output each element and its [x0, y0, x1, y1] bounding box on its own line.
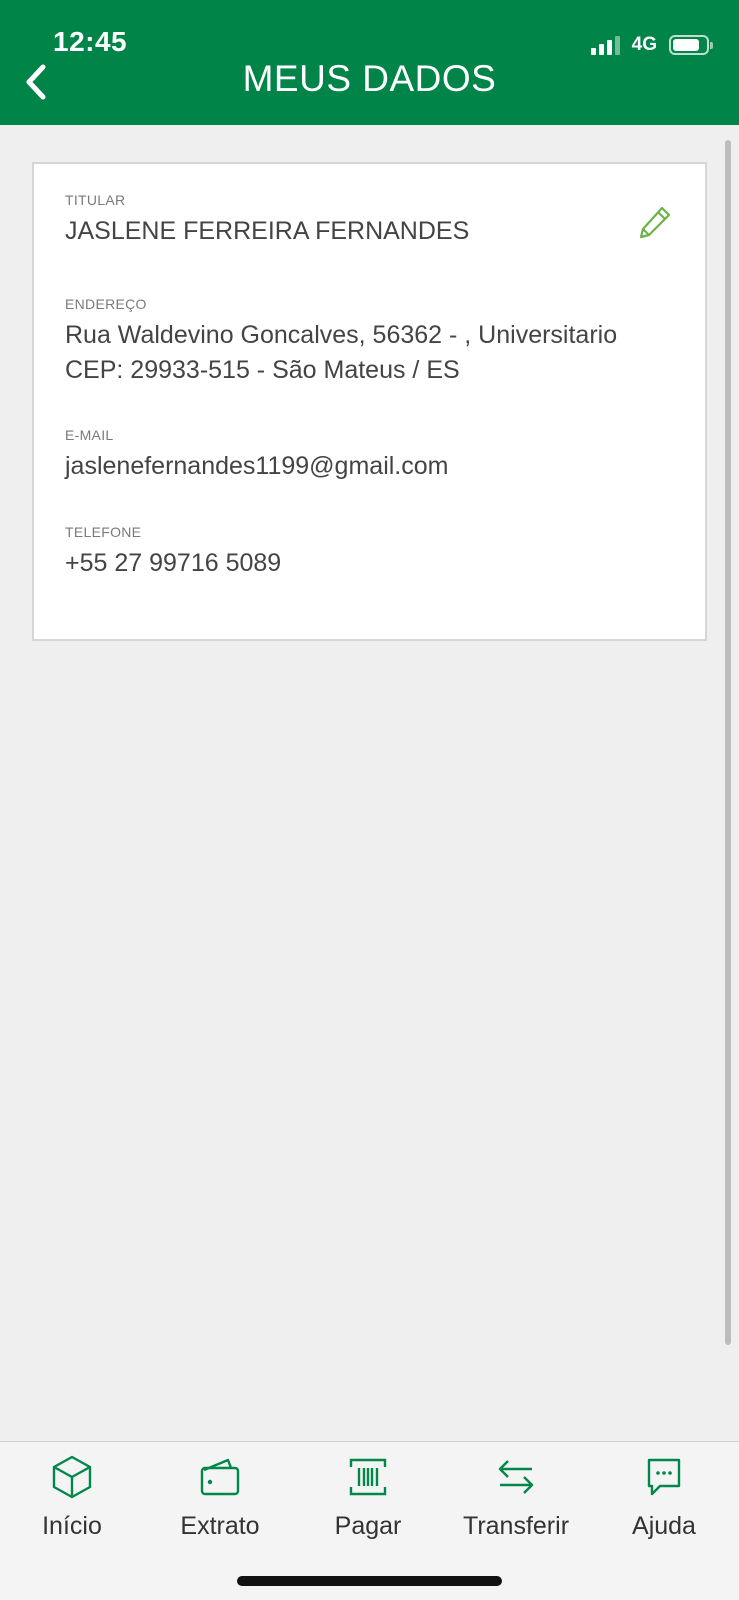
titular-field: TITULAR JASLENE FERREIRA FERNANDES [65, 192, 675, 249]
chat-bubble-icon [639, 1452, 689, 1502]
battery-icon [669, 35, 713, 55]
endereco-label: ENDEREÇO [65, 296, 147, 312]
tab-ajuda[interactable]: Ajuda [599, 1452, 729, 1548]
telefone-field: TELEFONE +55 27 99716 5089 [65, 524, 675, 581]
scrollbar[interactable] [725, 140, 731, 1345]
tab-extrato[interactable]: Extrato [155, 1452, 285, 1548]
email-value: jaslenefernandes1199@gmail.com [65, 452, 449, 480]
tab-extrato-label: Extrato [180, 1512, 260, 1540]
telefone-label: TELEFONE [65, 524, 142, 540]
tab-transferir-label: Transferir [462, 1512, 570, 1540]
barcode-icon [343, 1452, 393, 1502]
page-title: MEUS DADOS [242, 58, 497, 99]
tab-ajuda-label: Ajuda [632, 1512, 696, 1540]
signal-icon [590, 35, 620, 55]
titular-label: TITULAR [65, 192, 126, 208]
status-indicators: 4G [590, 32, 713, 58]
status-time: 12:45 [53, 26, 128, 57]
home-indicator [237, 1576, 502, 1586]
profile-card: TITULAR JASLENE FERREIRA FERNANDES ENDER… [32, 162, 707, 641]
cube-icon [47, 1452, 97, 1502]
tab-inicio-label: Início [42, 1512, 102, 1540]
tab-pagar-label: Pagar [334, 1512, 402, 1540]
telefone-value: +55 27 99716 5089 [65, 549, 282, 577]
email-field: E-MAIL jaslenefernandes1199@gmail.com [65, 427, 675, 484]
endereco-line2: CEP: 29933-515 - São Mateus / ES [65, 356, 460, 384]
wallet-icon [195, 1452, 245, 1502]
tab-transferir[interactable]: Transferir [451, 1452, 581, 1548]
app-header: 12:45 4G MEUS DADOS [0, 0, 739, 125]
network-type: 4G [631, 34, 657, 55]
titular-value: JASLENE FERREIRA FERNANDES [65, 217, 470, 245]
transfer-arrows-icon [491, 1452, 541, 1502]
endereco-line1: Rua Waldevino Goncalves, 56362 - , Unive… [65, 321, 618, 349]
tab-pagar[interactable]: Pagar [303, 1452, 433, 1548]
endereco-field: ENDEREÇO Rua Waldevino Goncalves, 56362 … [65, 296, 675, 388]
tab-inicio[interactable]: Início [7, 1452, 137, 1548]
email-label: E-MAIL [65, 427, 114, 443]
